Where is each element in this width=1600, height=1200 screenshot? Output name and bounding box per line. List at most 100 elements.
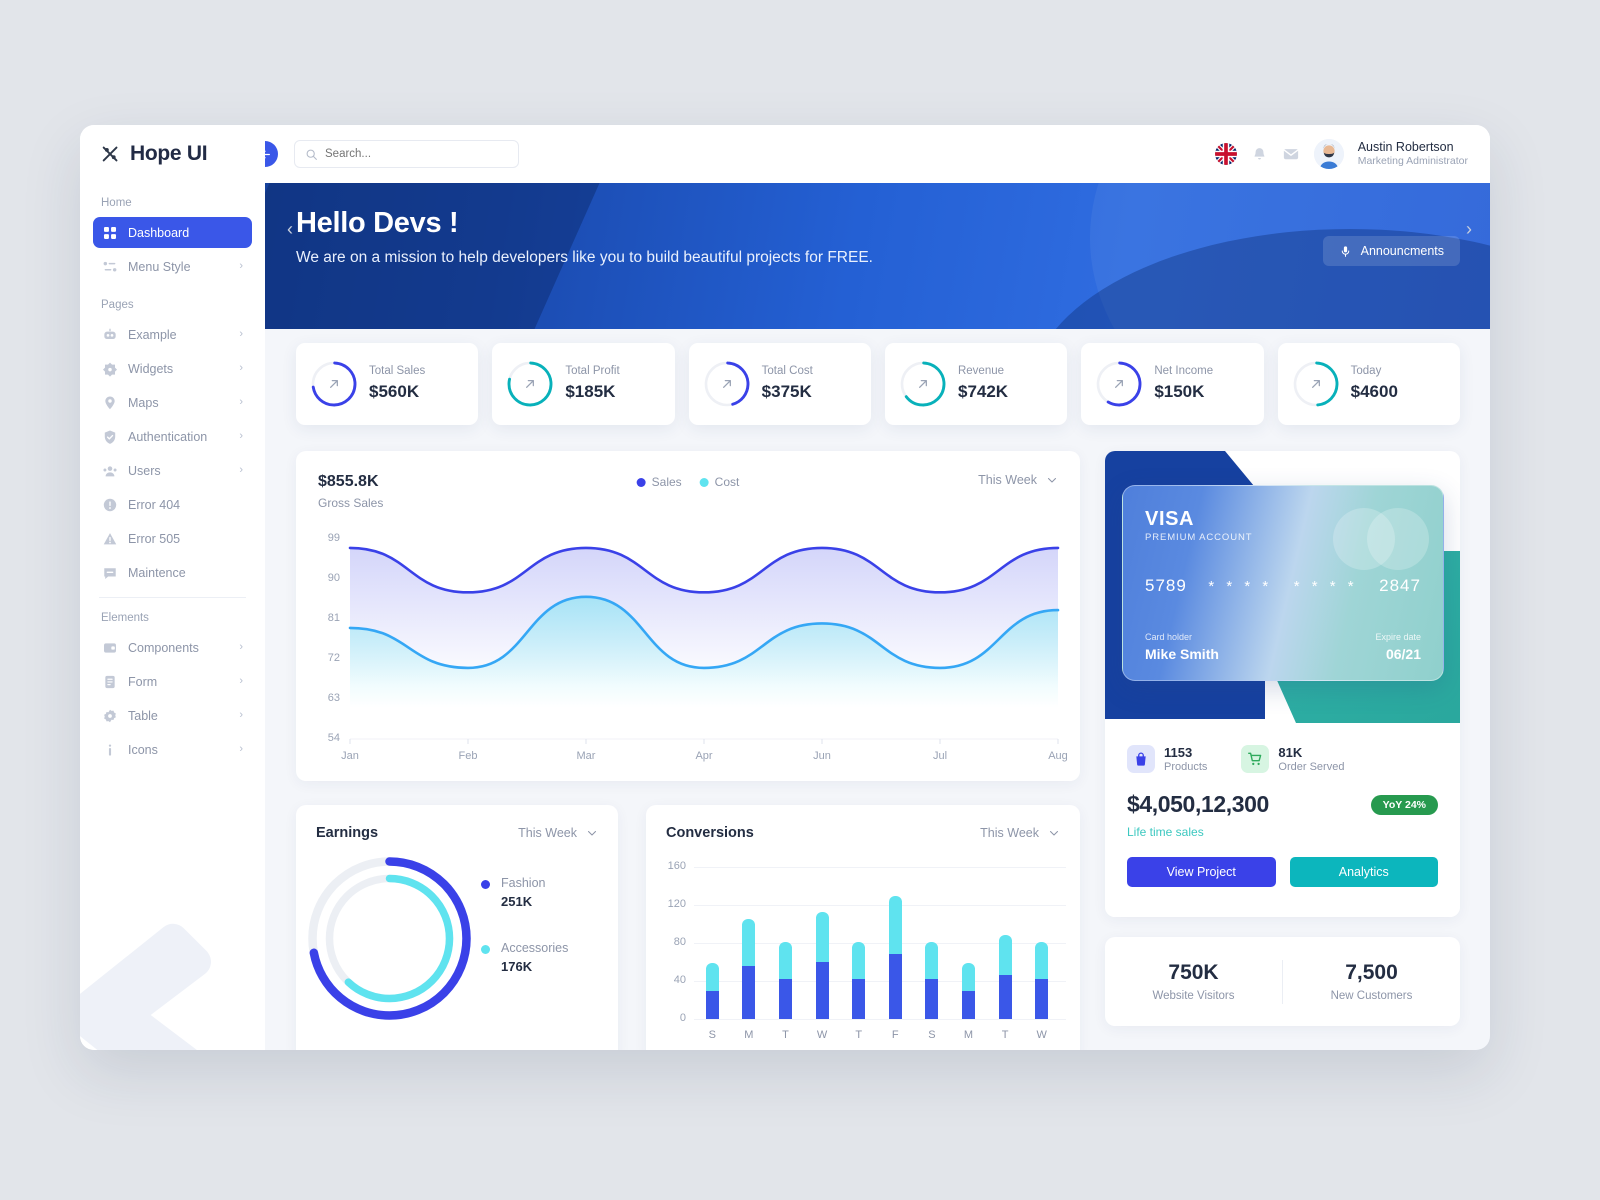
analytics-button[interactable]: Analytics: [1289, 857, 1438, 887]
x-axis-tick: S: [928, 1029, 936, 1041]
sidebar-item-maintence[interactable]: Maintence: [93, 557, 252, 588]
legend-dot: [636, 477, 646, 487]
bar-segment-base: [815, 962, 829, 1019]
y-axis-tick: 63: [327, 692, 340, 704]
search-icon: [306, 149, 317, 160]
bar-column[interactable]: [779, 942, 792, 1019]
sidebar-item-users[interactable]: Users ›: [93, 455, 252, 486]
mic-icon: [1341, 245, 1349, 257]
chevron-down-icon: [587, 830, 597, 836]
stat-card-total-sales[interactable]: Total Sales $560K: [296, 343, 479, 425]
form-icon: [102, 674, 118, 690]
sidebar-item-label: Widgets: [128, 361, 174, 376]
conversions-period-dropdown[interactable]: This Week: [980, 826, 1060, 840]
sidebar-item-example[interactable]: Example ›: [93, 319, 252, 350]
bar-column[interactable]: [962, 962, 975, 1019]
user-role: Marketing Administrator: [1357, 155, 1468, 168]
sidebar-item-form[interactable]: Form ›: [93, 666, 252, 697]
chevron-right-icon: ›: [239, 260, 243, 272]
stat-value: $560K: [369, 382, 420, 402]
stat-card-total-cost[interactable]: Total Cost $375K: [688, 343, 871, 425]
brand[interactable]: Hope UI: [80, 125, 265, 183]
sidebar-item-maps[interactable]: Maps ›: [93, 387, 252, 418]
card-circle-2: [1367, 508, 1429, 570]
bar-segment-top: [852, 942, 866, 980]
legend-item-sales[interactable]: Sales: [636, 475, 682, 489]
avatar[interactable]: [1313, 139, 1344, 169]
gross-sales-period-dropdown[interactable]: This Week: [978, 473, 1058, 487]
topbar: Austin Robertson Marketing Administrator: [252, 125, 1490, 183]
stat-value: $4600: [1350, 382, 1398, 402]
sidebar-item-components[interactable]: Components ›: [93, 632, 252, 663]
bar-segment-top: [815, 911, 829, 962]
bar-column[interactable]: [815, 911, 829, 1019]
bar-column[interactable]: [705, 962, 719, 1019]
earnings-legend-fashion[interactable]: Fashion 251K: [481, 876, 568, 909]
mail-icon[interactable]: [1282, 145, 1300, 163]
y-axis-tick: 80: [673, 936, 686, 948]
x-axis-tick: T: [855, 1029, 863, 1041]
stat-card-today[interactable]: Today $4600: [1277, 343, 1460, 425]
card-number-mask-2: * * * *: [1293, 577, 1358, 595]
bar-column[interactable]: [998, 935, 1012, 1019]
uk-flag-icon[interactable]: [1214, 143, 1237, 165]
stat-card-total-profit[interactable]: Total Profit $185K: [492, 343, 675, 425]
sidebar-item-menu-style[interactable]: Menu Style ›: [93, 251, 252, 282]
legend-dot: [699, 477, 709, 487]
stat-label: Total Profit: [565, 364, 620, 377]
announcements-button[interactable]: Announcments: [1322, 236, 1460, 266]
visitor-value: 750K: [1168, 961, 1219, 984]
credit-card[interactable]: VISA PREMIUM ACCOUNT 5789 * * * * * * * …: [1122, 485, 1444, 681]
sidebar-item-authentication[interactable]: Authentication ›: [93, 421, 252, 452]
view-project-button[interactable]: View Project: [1127, 857, 1276, 887]
bar-column[interactable]: [925, 942, 939, 1019]
bar-column[interactable]: [888, 895, 902, 1019]
card-number-mask-1: * * * *: [1208, 577, 1273, 595]
sidebar-item-label: Authentication: [128, 429, 208, 444]
grid-line: [694, 905, 1066, 906]
earnings-card: Earnings This Week Fashion 251K Accessorie…: [296, 805, 618, 1050]
x-axis-tick: Jan: [341, 750, 359, 762]
sidebar-item-icons[interactable]: Icons ›: [93, 734, 252, 765]
stat-card-revenue[interactable]: Revenue $742K: [884, 343, 1068, 425]
mini-stat-label: Order Served: [1278, 761, 1345, 773]
earnings-period-dropdown[interactable]: This Week: [518, 826, 598, 840]
sidebar-item-label: Example: [128, 327, 177, 342]
legend-label: Sales: [651, 475, 682, 489]
bar-column[interactable]: [852, 942, 866, 1019]
progress-ring: [703, 360, 751, 408]
visitors-card: 750K Website Visitors 7,500 New Customers: [1105, 937, 1460, 1026]
x-axis-tick: T: [1001, 1029, 1009, 1041]
mini-stat-label: Products: [1164, 761, 1208, 773]
chevron-right-icon: ›: [239, 396, 243, 408]
bar-column[interactable]: [1035, 942, 1049, 1019]
stat-value: $742K: [957, 382, 1009, 402]
sidebar-item-error-505[interactable]: Error 505: [93, 523, 252, 554]
gross-sales-label: Gross Sales: [318, 496, 384, 510]
user-meta[interactable]: Austin Robertson Marketing Administrator: [1358, 140, 1468, 169]
grid-icon: [102, 225, 118, 241]
sidebar-nav: Home Dashboard Menu Style › Pages Example › Wid…: [80, 183, 265, 765]
y-axis-tick: 160: [667, 860, 686, 872]
x-axis-tick: Apr: [695, 750, 713, 762]
stat-label: Total Sales: [369, 364, 426, 377]
sidebar-item-table[interactable]: Table ›: [93, 700, 252, 731]
stat-card-net-income[interactable]: Net Income $150K: [1081, 343, 1264, 425]
earnings-legend-accessories[interactable]: Accessories 176K: [481, 941, 568, 974]
gross-sales-amount: $855.8K: [318, 473, 379, 490]
sidebar-item-dashboard[interactable]: Dashboard: [93, 217, 252, 248]
bar-column[interactable]: [742, 919, 756, 1019]
sidebar-item-error-404[interactable]: Error 404: [93, 489, 252, 520]
list-icon: [102, 259, 118, 275]
sidebar-item-widgets[interactable]: Widgets ›: [93, 353, 252, 384]
earnings-legend: Fashion 251K Accessories 176K: [481, 876, 568, 1006]
map-pin-icon: [102, 395, 118, 411]
bell-icon[interactable]: [1251, 146, 1268, 163]
search-bar[interactable]: [294, 140, 519, 168]
search-input[interactable]: [325, 148, 508, 160]
legend-item-cost[interactable]: Cost: [699, 475, 739, 489]
progress-ring: [310, 360, 358, 408]
conversions-title: Conversions: [666, 825, 754, 841]
table-icon: [102, 708, 118, 724]
progress-ring: [1095, 360, 1143, 408]
